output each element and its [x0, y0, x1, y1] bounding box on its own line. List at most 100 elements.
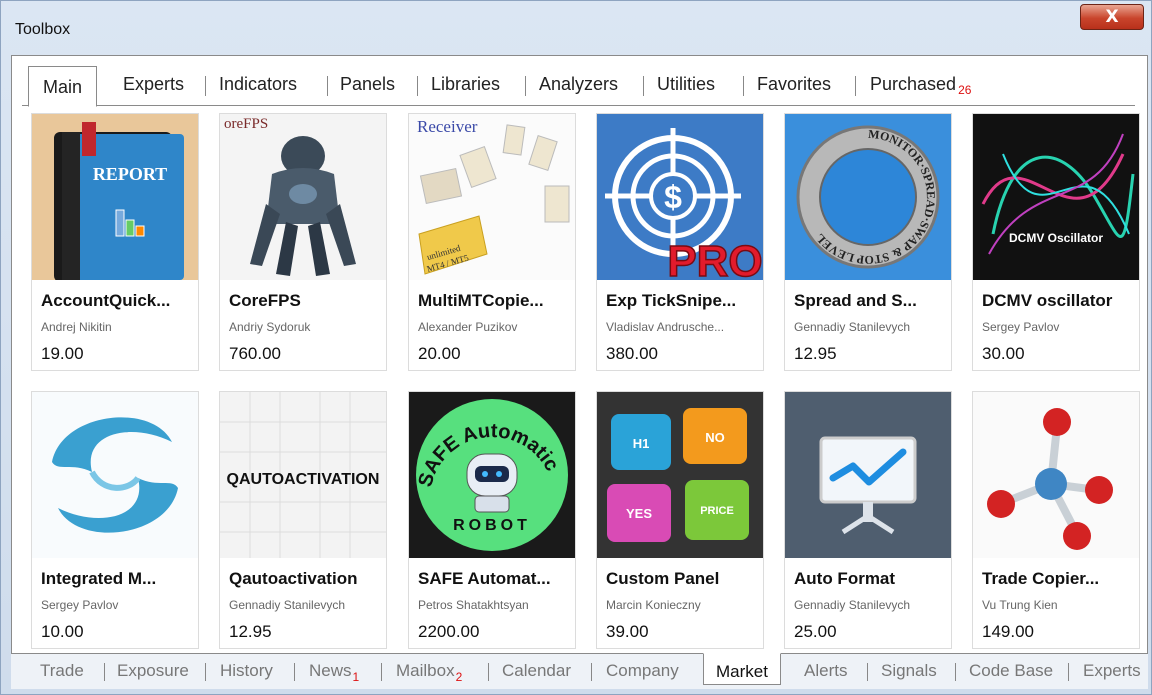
- product-price: 760.00: [229, 344, 281, 363]
- tab-market[interactable]: Market: [703, 653, 781, 685]
- tab-analyzers[interactable]: Analyzers: [539, 74, 618, 95]
- product-name: Spread and S...: [794, 291, 917, 310]
- svg-text:ROBOT: ROBOT: [453, 517, 531, 534]
- tab-separator: [955, 663, 956, 681]
- tab-exposure[interactable]: Exposure: [117, 661, 189, 681]
- tab-separator: [488, 663, 489, 681]
- bottom-tabs: Trade Exposure History News1 Mailbox2 Ca…: [11, 653, 1148, 689]
- product-author: Vladislav Andrusche...: [606, 320, 725, 334]
- product-card[interactable]: H1 NO YES PRICE Custom Panel Marcin Koni…: [596, 391, 764, 649]
- product-card[interactable]: $ PRO Exp TickSnipe... Vladislav Andrusc…: [596, 113, 764, 371]
- product-card[interactable]: DCMV Oscillator DCMV oscillator Sergey P…: [972, 113, 1140, 371]
- product-name: CoreFPS: [229, 291, 301, 310]
- tab-experts-bottom[interactable]: Experts: [1083, 661, 1141, 681]
- product-price: 380.00: [606, 344, 658, 363]
- tab-libraries[interactable]: Libraries: [431, 74, 500, 95]
- mailbox-count-badge: 2: [455, 670, 463, 684]
- product-price: 25.00: [794, 622, 837, 641]
- product-card[interactable]: MONITOR·SPREAD·SWAP & STOP LEVEL Spread …: [784, 113, 952, 371]
- tab-separator: [327, 76, 328, 96]
- product-name: Trade Copier...: [982, 569, 1100, 588]
- qautoactivation-label-icon: QAUTOACTIVATION: [220, 392, 386, 558]
- tab-panels[interactable]: Panels: [340, 74, 395, 95]
- tab-purchased-label: Purchased: [870, 74, 957, 94]
- tab-mailbox[interactable]: Mailbox2: [396, 661, 463, 684]
- tab-separator: [867, 663, 868, 681]
- molecule-icon: [973, 392, 1139, 558]
- toolbox-window: Toolbox X Main Experts Indicators Panels…: [0, 0, 1152, 695]
- tab-separator: [381, 663, 382, 681]
- product-author: Alexander Puzikov: [418, 320, 518, 334]
- svg-text:YES: YES: [626, 506, 652, 521]
- tab-separator: [294, 663, 295, 681]
- tab-history[interactable]: History: [220, 661, 273, 681]
- category-tabs: Main Experts Indicators Panels Libraries…: [22, 66, 1135, 107]
- product-card[interactable]: Trade Copier... Vu Trung Kien 149.00: [972, 391, 1140, 649]
- product-name: Qautoactivation: [229, 569, 358, 588]
- product-author: Andrej Nikitin: [41, 320, 112, 334]
- svg-text:DCMV Oscillator: DCMV Oscillator: [1009, 231, 1103, 245]
- tab-utilities[interactable]: Utilities: [657, 74, 715, 95]
- news-count-badge: 1: [352, 670, 360, 684]
- svg-text:oreFPS: oreFPS: [224, 116, 268, 132]
- tab-purchased[interactable]: Purchased 26: [870, 74, 972, 97]
- product-author: Andriy Sydoruk: [229, 320, 311, 334]
- product-price: 10.00: [41, 622, 84, 641]
- swirl-icon: [32, 392, 198, 558]
- product-name: SAFE Automat...: [418, 569, 551, 588]
- product-author: Gennadiy Stanilevych: [794, 320, 911, 334]
- tab-code-base[interactable]: Code Base: [969, 661, 1053, 681]
- product-author: Gennadiy Stanilevych: [794, 598, 911, 612]
- product-card[interactable]: SAFE Automatic ROBOT SAFE Automat... Pet…: [408, 391, 576, 649]
- svg-text:H1: H1: [633, 436, 650, 451]
- tab-alerts[interactable]: Alerts: [804, 661, 847, 681]
- product-author: Gennadiy Stanilevych: [229, 598, 346, 612]
- product-name: Integrated M...: [41, 569, 157, 588]
- product-price: 39.00: [606, 622, 649, 641]
- svg-text:NO: NO: [705, 430, 725, 445]
- tab-experts[interactable]: Experts: [123, 74, 184, 95]
- tab-separator: [855, 76, 856, 96]
- tab-separator: [1068, 663, 1069, 681]
- product-card[interactable]: Receiver unlimited MT4 / MT5 MultiMTCopi…: [408, 113, 576, 371]
- tab-separator: [205, 76, 206, 96]
- product-author: Vu Trung Kien: [982, 598, 1058, 612]
- svg-text:Receiver: Receiver: [417, 117, 478, 136]
- receiver-files-icon: Receiver unlimited MT4 / MT5: [409, 114, 575, 280]
- product-name: Auto Format: [794, 569, 896, 588]
- spread-monitor-ring-icon: MONITOR·SPREAD·SWAP & STOP LEVEL: [785, 114, 951, 280]
- tab-separator: [525, 76, 526, 96]
- tab-separator: [591, 663, 592, 681]
- tab-indicators[interactable]: Indicators: [219, 74, 297, 95]
- tab-main[interactable]: Main: [28, 66, 98, 107]
- product-author: Sergey Pavlov: [41, 598, 119, 612]
- safe-robot-icon: SAFE Automatic ROBOT: [409, 392, 575, 558]
- product-price: 149.00: [982, 622, 1034, 641]
- tab-signals[interactable]: Signals: [881, 661, 937, 681]
- tab-favorites[interactable]: Favorites: [757, 74, 831, 95]
- sprinter-robot-icon: oreFPS: [220, 114, 386, 280]
- tab-company[interactable]: Company: [606, 661, 679, 681]
- product-card[interactable]: Integrated M... Sergey Pavlov 10.00: [31, 391, 199, 649]
- presentation-chart-icon: [785, 392, 951, 558]
- product-name: MultiMTCopie...: [418, 291, 544, 310]
- tab-calendar[interactable]: Calendar: [502, 661, 571, 681]
- product-card[interactable]: REPORT AccountQuick... Andrej Nikitin 19…: [31, 113, 199, 371]
- oscillator-waves-icon: DCMV Oscillator: [973, 114, 1139, 280]
- close-button[interactable]: X: [1080, 4, 1144, 30]
- product-card[interactable]: oreFPS CoreFPS Andriy Sydoruk 760.00: [219, 113, 387, 371]
- title-bar: Toolbox X: [1, 1, 1152, 53]
- tab-news[interactable]: News1: [309, 661, 360, 684]
- product-card[interactable]: Auto Format Gennadiy Stanilevych 25.00: [784, 391, 952, 649]
- product-card[interactable]: QAUTOACTIVATION Qautoactivation Gennadiy…: [219, 391, 387, 649]
- product-price: 12.95: [794, 344, 837, 363]
- product-price: 30.00: [982, 344, 1025, 363]
- purchased-count-badge: 26: [958, 83, 972, 97]
- product-author: Petros Shatakhtsyan: [418, 598, 529, 612]
- product-price: 2200.00: [418, 622, 480, 641]
- product-name: AccountQuick...: [41, 291, 171, 310]
- svg-text:PRO: PRO: [667, 237, 762, 280]
- product-price: 19.00: [41, 344, 84, 363]
- tab-trade[interactable]: Trade: [40, 661, 84, 681]
- tab-separator: [743, 76, 744, 96]
